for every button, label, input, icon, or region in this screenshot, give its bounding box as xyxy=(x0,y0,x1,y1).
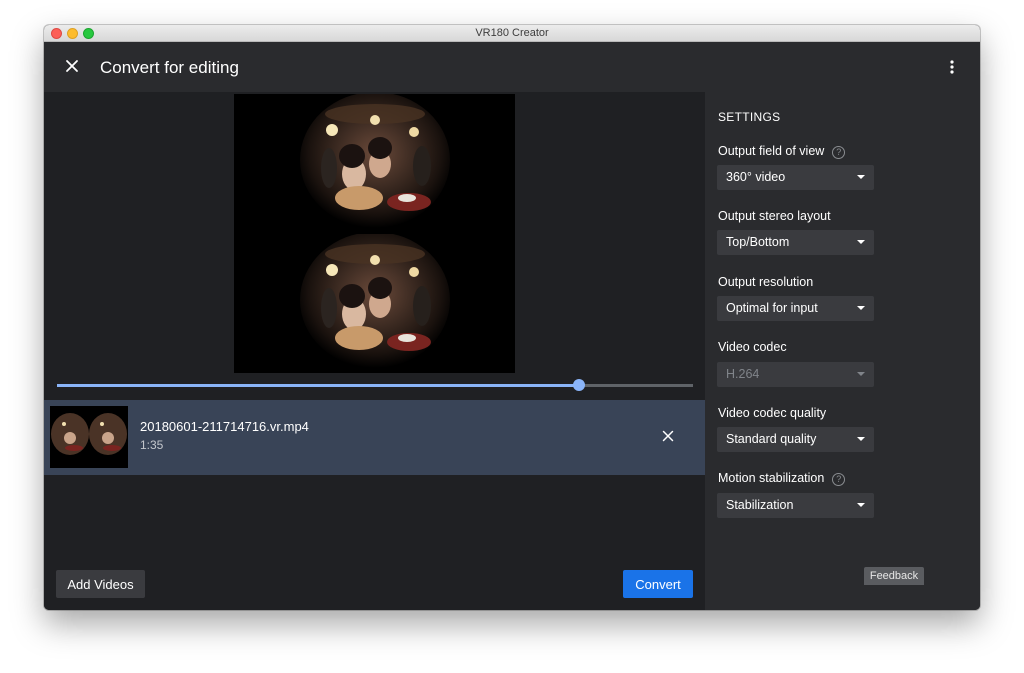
motion-stabilization-label-text: Motion stabilization xyxy=(718,471,825,485)
output-stereo-value: Top/Bottom xyxy=(726,235,790,249)
arrow-drop-down-icon xyxy=(857,437,865,441)
video-codec-select: H.264 xyxy=(717,362,874,387)
codec-quality-select[interactable]: Standard quality xyxy=(717,427,874,452)
video-scrubber[interactable] xyxy=(57,379,693,391)
preview-top-eye xyxy=(234,94,515,233)
add-videos-button[interactable]: Add Videos xyxy=(56,570,145,598)
output-fov-label: Output field of view? xyxy=(718,144,846,159)
video-codec-label: Video codec xyxy=(718,340,787,354)
motion-stabilization-value: Stabilization xyxy=(726,498,794,512)
file-name: 20180601-211714716.vr.mp4 xyxy=(140,419,309,434)
preview-panel: 20180601-211714716.vr.mp4 1:35 Add Video… xyxy=(44,92,705,610)
scrubber-progress xyxy=(57,384,579,387)
output-fov-label-text: Output field of view xyxy=(718,144,825,158)
page-title: Convert for editing xyxy=(100,58,239,77)
title-bar: VR180 Creator xyxy=(44,25,980,42)
motion-stabilization-select[interactable]: Stabilization xyxy=(717,493,874,518)
output-stereo-select[interactable]: Top/Bottom xyxy=(717,230,874,255)
output-resolution-value: Optimal for input xyxy=(726,301,818,315)
codec-quality-value: Standard quality xyxy=(726,432,817,446)
arrow-drop-down-icon xyxy=(857,503,865,507)
file-duration: 1:35 xyxy=(140,438,164,452)
settings-panel: SETTINGS Output field of view? 360° vide… xyxy=(705,92,980,610)
output-fov-value: 360° video xyxy=(726,170,786,184)
output-resolution-select[interactable]: Optimal for input xyxy=(717,296,874,321)
preview-bottom-eye xyxy=(234,234,515,373)
app-bar: Convert for editing xyxy=(44,42,980,92)
output-stereo-label: Output stereo layout xyxy=(718,209,831,223)
scrubber-handle[interactable] xyxy=(572,379,585,391)
window-title: VR180 Creator xyxy=(475,27,549,39)
motion-stabilization-label: Motion stabilization? xyxy=(718,471,846,486)
file-list-item[interactable]: 20180601-211714716.vr.mp4 1:35 xyxy=(44,400,705,475)
arrow-drop-down-icon xyxy=(857,372,865,376)
video-codec-value: H.264 xyxy=(726,367,760,381)
help-circle-icon[interactable]: ? xyxy=(832,473,846,486)
output-resolution-label: Output resolution xyxy=(718,275,814,289)
close-icon[interactable] xyxy=(64,58,80,74)
video-preview xyxy=(234,94,515,373)
app-window: VR180 Creator Convert for editing 201806… xyxy=(44,25,980,610)
arrow-drop-down-icon xyxy=(857,306,865,310)
feedback-button[interactable]: Feedback xyxy=(864,567,924,585)
settings-heading: SETTINGS xyxy=(718,110,781,124)
help-circle-icon[interactable]: ? xyxy=(832,146,846,159)
arrow-drop-down-icon xyxy=(857,240,865,244)
video-thumbnail xyxy=(50,406,128,468)
convert-button[interactable]: Convert xyxy=(623,570,693,598)
close-icon[interactable] xyxy=(662,430,674,442)
arrow-drop-down-icon xyxy=(857,175,865,179)
codec-quality-label: Video codec quality xyxy=(718,406,827,420)
more-vert-icon[interactable] xyxy=(944,59,960,75)
output-fov-select[interactable]: 360° video xyxy=(717,165,874,190)
